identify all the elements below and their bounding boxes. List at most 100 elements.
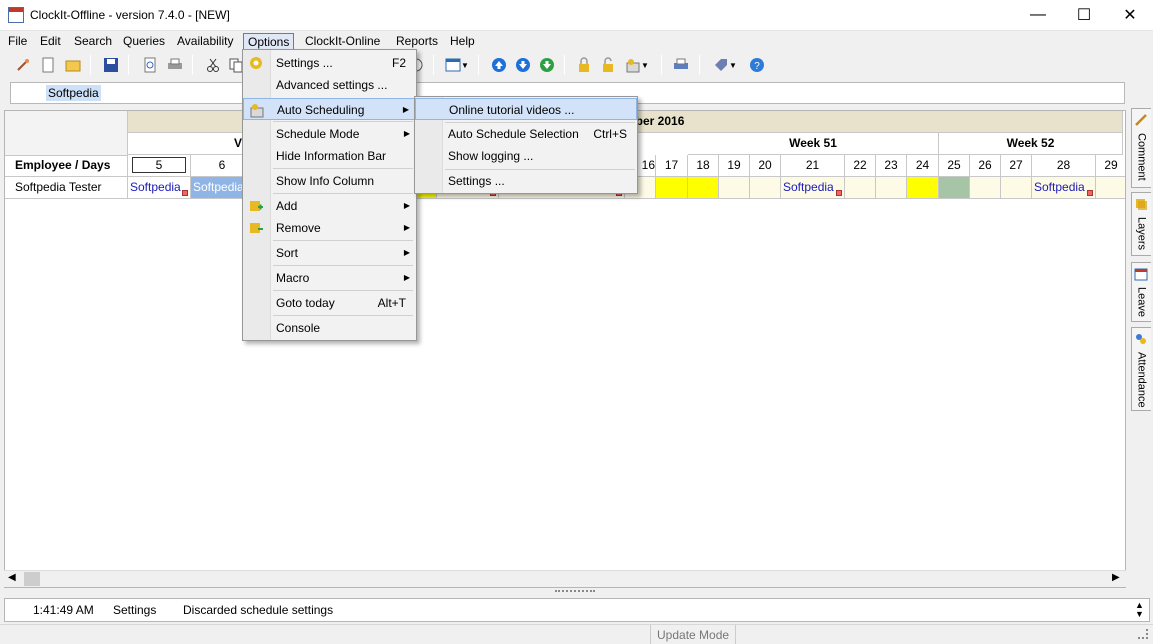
menu-item-remove[interactable]: Remove ▶ bbox=[243, 217, 416, 239]
menu-item-auto-scheduling[interactable]: Auto Scheduling ▶ bbox=[243, 98, 416, 120]
menu-search[interactable]: Search bbox=[70, 33, 116, 51]
menu-item-show-info-column[interactable]: Show Info Column bbox=[243, 170, 416, 192]
schedule-cell[interactable]: Softpedia bbox=[781, 177, 845, 199]
menu-item-add[interactable]: Add ▶ bbox=[243, 195, 416, 217]
print-icon[interactable] bbox=[670, 54, 692, 76]
menu-edit[interactable]: Edit bbox=[36, 33, 65, 51]
tab-attendance[interactable]: Attendance bbox=[1131, 327, 1151, 411]
schedule-cell[interactable] bbox=[939, 177, 970, 199]
resize-grip-icon[interactable] bbox=[1138, 629, 1148, 639]
menu-item-advanced-settings[interactable]: Advanced settings ... bbox=[243, 74, 416, 96]
schedule-entry: Softpedia bbox=[783, 180, 834, 194]
tab-leave[interactable]: Leave bbox=[1131, 262, 1151, 322]
print-preview-icon[interactable] bbox=[139, 54, 161, 76]
submenu-arrow-icon: ▶ bbox=[402, 105, 409, 114]
wand-icon[interactable] bbox=[12, 54, 34, 76]
unlock-icon[interactable] bbox=[597, 54, 619, 76]
log-message: Discarded schedule settings bbox=[183, 603, 334, 617]
day-number: 17 bbox=[656, 155, 688, 177]
update-mode-label: Update Mode bbox=[650, 625, 737, 644]
menu-item-schedule-mode[interactable]: Schedule Mode ▶ bbox=[243, 123, 416, 145]
schedule-cell[interactable] bbox=[688, 177, 719, 199]
save-icon[interactable] bbox=[100, 54, 122, 76]
tag-icon[interactable]: ▼ bbox=[708, 54, 742, 76]
schedule-cell[interactable] bbox=[750, 177, 781, 199]
menu-item-console[interactable]: Console bbox=[243, 317, 416, 339]
day-number: 21 bbox=[781, 155, 845, 177]
auto-scheduling-submenu: Online tutorial videos ... Auto Schedule… bbox=[414, 96, 638, 194]
employee-name[interactable]: Softpedia Tester bbox=[5, 177, 128, 199]
day-number: 26 bbox=[970, 155, 1001, 177]
menu-item-macro[interactable]: Macro ▶ bbox=[243, 267, 416, 289]
toolbar-separator bbox=[128, 55, 129, 75]
menu-queries[interactable]: Queries bbox=[119, 33, 169, 51]
menu-item-goto-today[interactable]: Goto today Alt+T bbox=[243, 292, 416, 314]
lock-icon[interactable] bbox=[573, 54, 595, 76]
schedule-cell[interactable] bbox=[876, 177, 907, 199]
pencil-icon bbox=[1134, 113, 1148, 127]
scroll-thumb[interactable] bbox=[24, 572, 40, 586]
tab-attendance-label: Attendance bbox=[1135, 352, 1148, 408]
menu-file[interactable]: File bbox=[4, 33, 31, 51]
menu-item-scheduler-settings[interactable]: Settings ... bbox=[415, 170, 637, 192]
schedule-cell[interactable] bbox=[1001, 177, 1032, 199]
log-scroll-icon[interactable]: ▲ ▼ bbox=[1135, 601, 1144, 619]
menu-availability[interactable]: Availability bbox=[173, 33, 237, 51]
submenu-arrow-icon: ▶ bbox=[403, 129, 410, 138]
arrow-down-green-icon[interactable] bbox=[536, 54, 558, 76]
week-header: Week 52 bbox=[939, 133, 1123, 155]
printer-icon[interactable] bbox=[164, 54, 186, 76]
menu-item-show-logging[interactable]: Show logging ... bbox=[415, 145, 637, 167]
schedule-cell[interactable] bbox=[970, 177, 1001, 199]
schedule-cell[interactable] bbox=[845, 177, 876, 199]
schedule-cell[interactable] bbox=[656, 177, 688, 199]
day-number: 19 bbox=[719, 155, 750, 177]
schedule-cell[interactable] bbox=[1096, 177, 1125, 199]
scroll-right-icon[interactable]: ▶ bbox=[1112, 572, 1120, 583]
schedule-cell[interactable] bbox=[907, 177, 939, 199]
help-icon[interactable]: ? bbox=[746, 54, 768, 76]
schedule-cell[interactable]: Softpedia bbox=[128, 177, 191, 199]
horizontal-scrollbar[interactable]: ◀ ▶ bbox=[4, 570, 1126, 587]
open-folder-icon[interactable] bbox=[62, 54, 84, 76]
menu-separator bbox=[273, 265, 413, 266]
scroll-left-icon[interactable]: ◀ bbox=[8, 572, 16, 583]
menu-item-online-tutorial-videos[interactable]: Online tutorial videos ... bbox=[415, 98, 637, 120]
arrow-up-icon[interactable] bbox=[488, 54, 510, 76]
day-number: 23 bbox=[876, 155, 907, 177]
submenu-arrow-icon: ▶ bbox=[403, 201, 410, 210]
new-document-icon[interactable] bbox=[37, 54, 59, 76]
menu-item-settings[interactable]: Settings ... F2 bbox=[243, 52, 416, 74]
tab-layers[interactable]: Layers bbox=[1131, 192, 1151, 256]
day-number: 5 bbox=[132, 157, 186, 173]
menu-item-auto-schedule-selection[interactable]: Auto Schedule Selection Ctrl+S bbox=[415, 123, 637, 145]
window-title: ClockIt-Offline - version 7.4.0 - [NEW] bbox=[30, 8, 230, 22]
day-number: 24 bbox=[907, 155, 939, 177]
toolbar-separator bbox=[433, 55, 434, 75]
options-menu: Settings ... F2 Advanced settings ... Aut… bbox=[242, 49, 417, 341]
day-number: 18 bbox=[688, 155, 719, 177]
toolbar-separator bbox=[661, 55, 662, 75]
menu-help[interactable]: Help bbox=[446, 33, 479, 51]
splitter-handle[interactable] bbox=[555, 590, 595, 594]
close-button[interactable]: ✕ bbox=[1107, 0, 1153, 30]
log-panel: 1:41:49 AM Settings Discarded schedule s… bbox=[4, 598, 1150, 622]
calendar-view-icon[interactable]: ▼ bbox=[442, 54, 472, 76]
filter-chip[interactable]: Softpedia bbox=[46, 85, 101, 101]
toolbar-separator bbox=[699, 55, 700, 75]
tab-comment[interactable]: Comment bbox=[1131, 108, 1151, 188]
menu-bar: File Edit Search Queries Availability Op… bbox=[0, 31, 1153, 51]
minimize-button[interactable]: — bbox=[1015, 0, 1061, 30]
arrow-down-icon[interactable] bbox=[512, 54, 534, 76]
month-label: mber 2016 bbox=[625, 111, 745, 133]
day-number: 25 bbox=[939, 155, 970, 177]
auto-schedule-icon[interactable]: ▼ bbox=[621, 54, 653, 76]
cut-icon[interactable] bbox=[202, 54, 224, 76]
menu-item-hide-information-bar[interactable]: Hide Information Bar bbox=[243, 145, 416, 167]
menu-separator bbox=[273, 121, 413, 122]
maximize-button[interactable]: ☐ bbox=[1061, 0, 1107, 30]
menu-item-sort[interactable]: Sort ▶ bbox=[243, 242, 416, 264]
log-time: 1:41:49 AM bbox=[33, 603, 94, 617]
schedule-cell[interactable]: Softpedia bbox=[1032, 177, 1096, 199]
schedule-cell[interactable] bbox=[719, 177, 750, 199]
